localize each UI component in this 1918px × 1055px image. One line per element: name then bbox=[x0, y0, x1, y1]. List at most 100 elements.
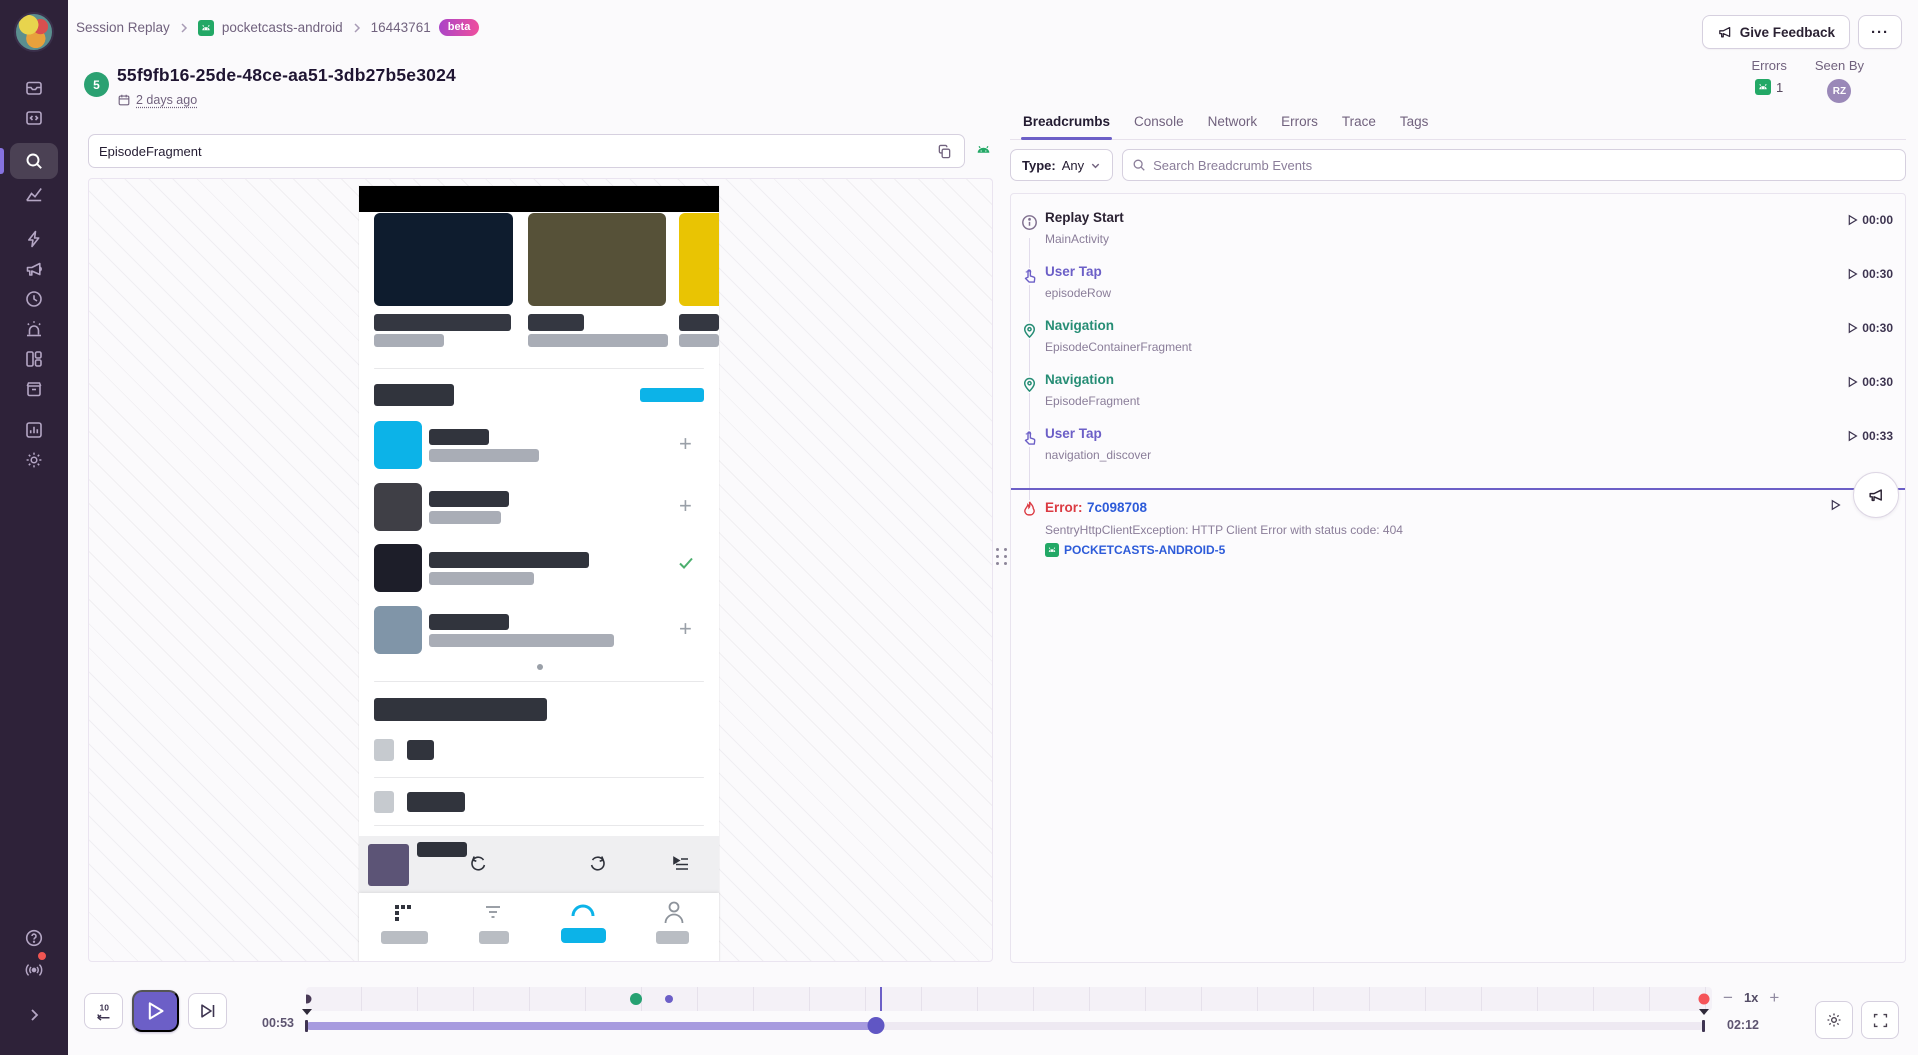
current-time-label: 00:53 bbox=[250, 1016, 294, 1030]
skip-next-icon bbox=[199, 1003, 217, 1019]
breadcrumb-event-user-tap[interactable]: User Tap episodeRow 00:30 bbox=[1011, 262, 1905, 316]
breadcrumb-project[interactable]: pocketcasts-android bbox=[222, 20, 343, 35]
android-project-icon bbox=[1755, 79, 1771, 95]
breadcrumb-event-replay-start[interactable]: Replay Start MainActivity 00:00 bbox=[1011, 208, 1905, 262]
duration-label: 02:12 bbox=[1727, 1018, 1759, 1032]
speed-increase-button[interactable]: + bbox=[1769, 989, 1779, 1006]
wireframe-card bbox=[528, 213, 666, 306]
tab-trace[interactable]: Trace bbox=[1342, 104, 1376, 139]
wireframe-avatar bbox=[374, 544, 422, 592]
timeline-marker-error[interactable] bbox=[1698, 994, 1709, 1005]
error-id-link[interactable]: 7c098708 bbox=[1087, 500, 1147, 515]
wireframe-checkbox bbox=[374, 739, 394, 761]
wireframe-statusbar bbox=[359, 186, 719, 212]
event-timestamp[interactable]: 00:30 bbox=[1847, 267, 1893, 281]
type-filter-dropdown[interactable]: Type: Any bbox=[1010, 149, 1113, 181]
sidebar-item-packages-icon[interactable] bbox=[24, 379, 44, 399]
focus-area: Breadcrumbs Console Network Errors Trace… bbox=[1010, 104, 1906, 962]
event-title: Navigation bbox=[1045, 318, 1895, 333]
event-timestamp[interactable] bbox=[1830, 499, 1841, 511]
sidebar-item-stats-icon[interactable] bbox=[24, 420, 44, 440]
session-age: 2 days ago bbox=[117, 93, 197, 107]
event-timestamp[interactable]: 00:30 bbox=[1847, 375, 1893, 389]
wireframe-divider bbox=[374, 825, 704, 826]
copy-icon[interactable] bbox=[934, 141, 954, 161]
event-timestamp[interactable]: 00:00 bbox=[1847, 213, 1893, 227]
breadcrumb-event-navigation[interactable]: Navigation EpisodeFragment 00:30 bbox=[1011, 370, 1905, 424]
event-title: User Tap bbox=[1045, 264, 1895, 279]
breadcrumb-session-replay[interactable]: Session Replay bbox=[76, 20, 170, 35]
tab-errors[interactable]: Errors bbox=[1281, 104, 1318, 139]
broadcast-icon[interactable] bbox=[24, 960, 44, 980]
fullscreen-button[interactable] bbox=[1861, 1001, 1899, 1039]
tab-network[interactable]: Network bbox=[1208, 104, 1258, 139]
timeline-marker-start[interactable] bbox=[306, 995, 312, 1004]
help-icon[interactable] bbox=[24, 928, 44, 948]
timeline-marker-navigation[interactable] bbox=[630, 993, 642, 1005]
tap-icon bbox=[1021, 268, 1038, 285]
tab-tags[interactable]: Tags bbox=[1400, 104, 1429, 139]
plus-icon: + bbox=[679, 493, 692, 519]
chevron-right-icon bbox=[178, 22, 190, 34]
floating-feedback-button[interactable] bbox=[1853, 472, 1899, 518]
replay-settings-button[interactable] bbox=[1815, 1001, 1853, 1039]
sidebar-item-projects-icon[interactable] bbox=[24, 108, 44, 128]
next-breadcrumb-button[interactable] bbox=[188, 993, 227, 1029]
sidebar-item-alerts-siren-icon[interactable] bbox=[24, 319, 44, 339]
wireframe-artwork bbox=[368, 844, 409, 886]
sidebar-item-settings-gear-icon[interactable] bbox=[24, 450, 44, 470]
session-age-label[interactable]: 2 days ago bbox=[136, 93, 197, 107]
timeline-marker-tap[interactable] bbox=[665, 995, 673, 1003]
check-icon bbox=[677, 554, 695, 572]
scrubber-handle[interactable] bbox=[868, 1017, 885, 1034]
more-options-button[interactable]: ··· bbox=[1858, 15, 1902, 49]
breadcrumb-replay-id[interactable]: 16443761 bbox=[371, 20, 431, 35]
sidebar-item-replays-history-icon[interactable] bbox=[24, 289, 44, 309]
expand-sidebar-chevron-icon[interactable] bbox=[24, 1005, 44, 1025]
speed-value[interactable]: 1x bbox=[1744, 990, 1758, 1005]
location-pin-icon bbox=[1021, 376, 1038, 393]
play-button[interactable] bbox=[132, 990, 179, 1032]
event-title: User Tap bbox=[1045, 426, 1895, 441]
play-icon bbox=[1847, 376, 1858, 388]
android-project-icon bbox=[198, 20, 214, 36]
error-project-link[interactable]: POCKETCASTS-ANDROID-5 bbox=[1045, 543, 1895, 557]
player-controls: 10 bbox=[84, 990, 227, 1032]
play-icon bbox=[1847, 214, 1858, 226]
tab-console[interactable]: Console bbox=[1134, 104, 1184, 139]
wireframe-avatar bbox=[374, 606, 422, 654]
wireframe-tab-label bbox=[479, 931, 509, 944]
sidebar-item-layout-icon[interactable] bbox=[24, 349, 44, 369]
breadcrumb-search-input[interactable] bbox=[1153, 158, 1896, 173]
event-timestamp[interactable]: 00:30 bbox=[1847, 321, 1893, 335]
sidebar-item-issues-icon[interactable] bbox=[24, 78, 44, 98]
panel-resize-handle[interactable] bbox=[995, 542, 1009, 570]
give-feedback-button[interactable]: Give Feedback bbox=[1702, 15, 1850, 49]
calendar-icon bbox=[117, 93, 131, 107]
plus-icon: + bbox=[679, 616, 692, 642]
speed-decrease-button[interactable]: − bbox=[1723, 989, 1733, 1006]
current-breadcrumb-input[interactable] bbox=[99, 144, 934, 159]
profile-tab-icon bbox=[662, 899, 686, 925]
tab-breadcrumbs[interactable]: Breadcrumbs bbox=[1023, 104, 1110, 139]
page-title: 55f9fb16-25de-48ce-aa51-3db27b5e3024 bbox=[117, 65, 456, 86]
wireframe-card bbox=[679, 213, 719, 306]
org-avatar[interactable] bbox=[14, 12, 54, 52]
wireframe-text-block bbox=[417, 842, 467, 857]
replay-viewport[interactable]: + + + bbox=[88, 178, 993, 962]
breadcrumb-event-user-tap[interactable]: User Tap navigation_discover 00:33 bbox=[1011, 424, 1905, 478]
timeline-event-strip[interactable] bbox=[306, 987, 1712, 1011]
rewind-10-button[interactable]: 10 bbox=[84, 993, 123, 1029]
errors-count[interactable]: 1 bbox=[1776, 80, 1783, 95]
event-timestamp[interactable]: 00:33 bbox=[1847, 429, 1893, 443]
breadcrumb-event-error[interactable]: Error: 7c098708 SentryHttpClientExceptio… bbox=[1011, 488, 1905, 558]
give-feedback-label: Give Feedback bbox=[1740, 25, 1835, 40]
sidebar-item-explore-search-icon[interactable] bbox=[24, 151, 44, 171]
breadcrumb-event-navigation[interactable]: Navigation EpisodeContainerFragment 00:3… bbox=[1011, 316, 1905, 370]
sidebar-item-insights-lightning-icon[interactable] bbox=[24, 229, 44, 249]
player-scrubber[interactable] bbox=[306, 1022, 1704, 1030]
wireframe-text-block bbox=[374, 314, 511, 331]
sidebar-item-feedback-megaphone-icon[interactable] bbox=[24, 259, 44, 279]
sidebar-item-dashboards-icon[interactable] bbox=[24, 185, 44, 205]
wireframe-text-block bbox=[407, 740, 434, 760]
